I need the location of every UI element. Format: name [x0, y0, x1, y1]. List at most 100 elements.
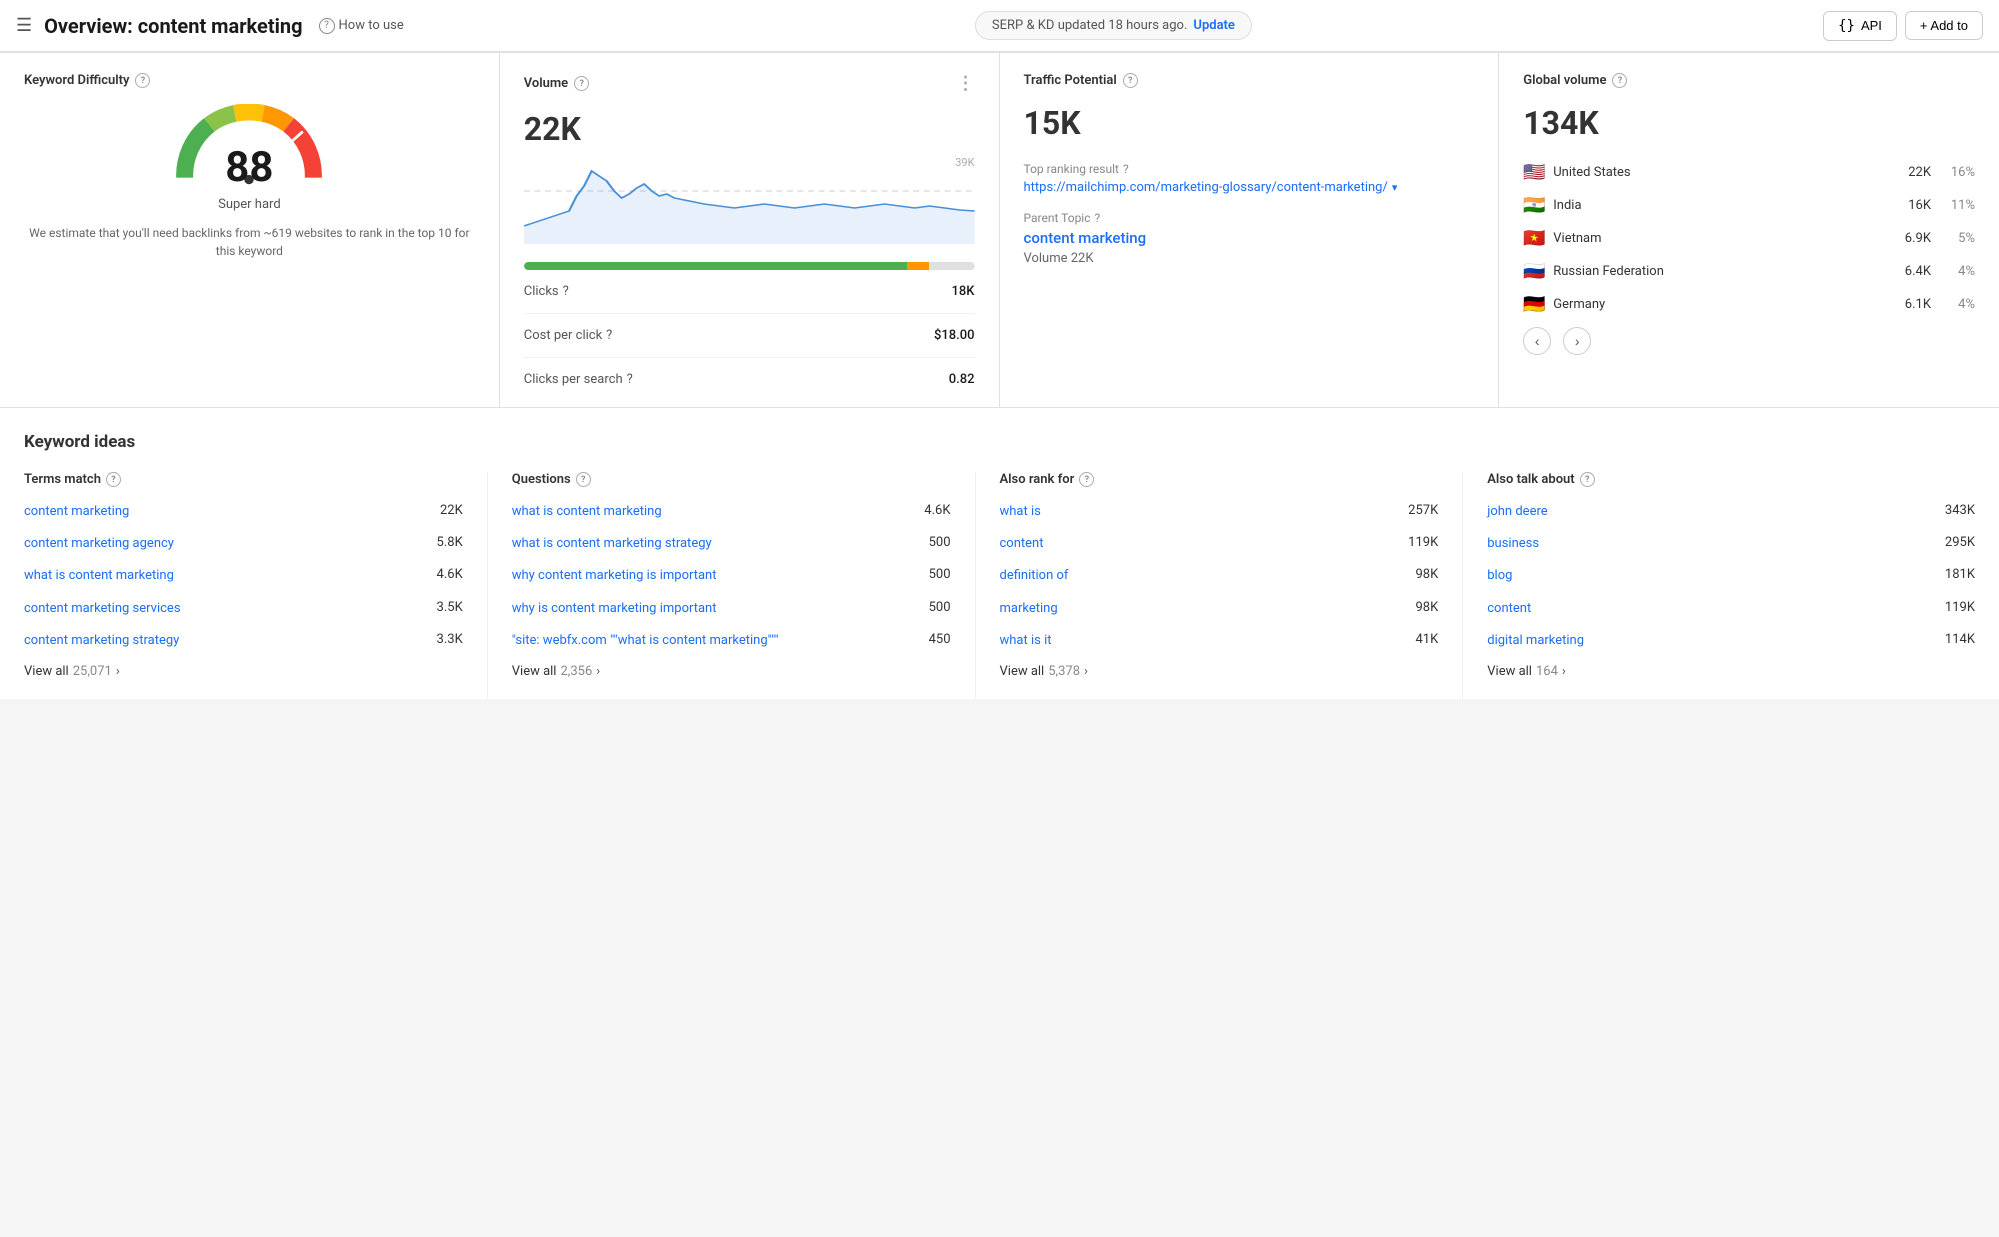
countries-list: 🇺🇸 United States 22K 16% 🇮🇳 India 16K 11…: [1523, 162, 1975, 315]
terms-match-count: 25,071: [73, 664, 112, 679]
list-item: what is content marketing 4.6K: [24, 567, 463, 585]
volume-chart: 39K: [524, 156, 975, 246]
keyword-vol: 500: [929, 567, 951, 582]
parent-topic-link[interactable]: content marketing: [1024, 229, 1475, 247]
traffic-help-icon[interactable]: ?: [1123, 73, 1138, 88]
add-to-button[interactable]: + Add to: [1905, 11, 1983, 40]
keyword-link[interactable]: what is it: [1000, 632, 1408, 650]
keyword-link[interactable]: content: [1000, 535, 1401, 553]
how-to-use[interactable]: ? How to use: [319, 18, 404, 34]
keyword-link[interactable]: what is content marketing strategy: [512, 535, 921, 553]
country-flag-us: 🇺🇸: [1523, 162, 1545, 183]
gauge-wrap: 88: [169, 104, 329, 189]
list-item: content 119K: [1000, 535, 1439, 553]
volume-metrics: Clicks ? 18K Cost per click ? $18.00 Cli…: [524, 284, 975, 387]
list-item: what is it 41K: [1000, 632, 1439, 650]
api-icon: {}: [1838, 18, 1855, 34]
update-bar: SERP & KD updated 18 hours ago. Update: [975, 11, 1252, 40]
country-name: Russian Federation: [1553, 264, 1887, 279]
keyword-link[interactable]: business: [1487, 535, 1937, 553]
keyword-link[interactable]: definition of: [1000, 567, 1408, 585]
bar-orange: [907, 262, 930, 270]
keyword-link[interactable]: content marketing services: [24, 600, 429, 618]
parent-topic-help-icon[interactable]: ?: [1095, 211, 1101, 225]
keyword-link[interactable]: digital marketing: [1487, 632, 1937, 650]
keyword-link[interactable]: what is content marketing: [24, 567, 429, 585]
country-row: 🇮🇳 India 16K 11%: [1523, 195, 1975, 216]
top-ranking-url[interactable]: https://mailchimp.com/marketing-glossary…: [1024, 180, 1475, 195]
prev-btn[interactable]: ‹: [1523, 327, 1551, 355]
parent-topic-section: Parent Topic ? content marketing Volume …: [1024, 211, 1475, 266]
also-rank-count: 5,378: [1048, 664, 1080, 679]
keyword-link[interactable]: john deere: [1487, 503, 1937, 521]
volume-help-icon[interactable]: ?: [574, 76, 589, 91]
also-talk-help[interactable]: ?: [1580, 472, 1595, 487]
list-item: blog 181K: [1487, 567, 1975, 585]
country-name: Vietnam: [1553, 231, 1887, 246]
keyword-vol: 22K: [440, 503, 463, 518]
global-card-title: Global volume ?: [1523, 73, 1975, 88]
help-icon: ?: [319, 18, 335, 34]
keyword-link[interactable]: content: [1487, 600, 1937, 618]
terms-match-view-all[interactable]: View all 25,071 ›: [24, 664, 463, 699]
global-card: Global volume ? 134K 🇺🇸 United States 22…: [1499, 53, 1999, 407]
list-item: "site: webfx.com ""what is content marke…: [512, 632, 951, 650]
top-ranking-help-icon[interactable]: ?: [1123, 162, 1129, 176]
menu-icon[interactable]: ☰: [16, 15, 32, 36]
cards-row: Keyword Difficulty ?: [0, 52, 1999, 408]
volume-bar-row: [524, 262, 975, 270]
cps-help-icon[interactable]: ?: [627, 372, 633, 387]
list-item: what is content marketing 4.6K: [512, 503, 951, 521]
volume-menu-icon[interactable]: ⋮: [957, 73, 975, 94]
keyword-link[interactable]: why is content marketing important: [512, 600, 921, 618]
clicks-help-icon[interactable]: ?: [563, 284, 569, 299]
api-button[interactable]: {} API: [1823, 11, 1897, 41]
also-rank-view-all[interactable]: View all 5,378 ›: [1000, 664, 1439, 699]
keyword-ideas-title: Keyword ideas: [24, 432, 1975, 452]
keyword-link[interactable]: what is: [1000, 503, 1401, 521]
list-item: why content marketing is important 500: [512, 567, 951, 585]
kd-label: Super hard: [218, 197, 281, 212]
questions-col: Questions ? what is content marketing 4.…: [512, 472, 976, 699]
terms-match-help[interactable]: ?: [106, 472, 121, 487]
questions-count: 2,356: [560, 664, 592, 679]
keyword-link[interactable]: content marketing agency: [24, 535, 429, 553]
cpc-help-icon[interactable]: ?: [606, 328, 612, 343]
keyword-link[interactable]: why content marketing is important: [512, 567, 921, 585]
keyword-link[interactable]: content marketing: [24, 503, 432, 521]
global-help-icon[interactable]: ?: [1612, 73, 1627, 88]
top-ranking-section: Top ranking result ? https://mailchimp.c…: [1024, 162, 1475, 195]
keyword-link[interactable]: content marketing strategy: [24, 632, 429, 650]
keyword-link[interactable]: marketing: [1000, 600, 1408, 618]
list-item: definition of 98K: [1000, 567, 1439, 585]
also-talk-col: Also talk about ? john deere 343K busine…: [1487, 472, 1975, 699]
country-pct: 4%: [1947, 297, 1975, 312]
traffic-value: 15K: [1024, 104, 1475, 142]
keyword-link[interactable]: "site: webfx.com ""what is content marke…: [512, 632, 921, 650]
keyword-link[interactable]: what is content marketing: [512, 503, 917, 521]
clicks-value: 18K: [952, 284, 975, 299]
list-item: business 295K: [1487, 535, 1975, 553]
list-item: marketing 98K: [1000, 600, 1439, 618]
kd-card: Keyword Difficulty ?: [0, 53, 500, 407]
keyword-link[interactable]: blog: [1487, 567, 1937, 585]
also-talk-view-all[interactable]: View all 164 ›: [1487, 664, 1975, 699]
country-vol: 16K: [1895, 198, 1931, 213]
next-btn[interactable]: ›: [1563, 327, 1591, 355]
cps-value: 0.82: [949, 372, 975, 387]
dropdown-arrow: ▾: [1392, 181, 1398, 194]
country-pct: 5%: [1947, 231, 1975, 246]
also-rank-help[interactable]: ?: [1079, 472, 1094, 487]
keyword-vol: 4.6K: [924, 503, 950, 518]
country-row: 🇺🇸 United States 22K 16%: [1523, 162, 1975, 183]
questions-view-all[interactable]: View all 2,356 ›: [512, 664, 951, 699]
header: ☰ Overview: content marketing ? How to u…: [0, 0, 1999, 52]
questions-help[interactable]: ?: [576, 472, 591, 487]
api-label: API: [1861, 18, 1882, 33]
chart-max-label: 39K: [955, 156, 974, 169]
list-item: what is content marketing strategy 500: [512, 535, 951, 553]
kd-help-icon[interactable]: ?: [135, 73, 150, 88]
update-link[interactable]: Update: [1193, 18, 1235, 33]
list-item: what is 257K: [1000, 503, 1439, 521]
keyword-vol: 119K: [1408, 535, 1438, 550]
